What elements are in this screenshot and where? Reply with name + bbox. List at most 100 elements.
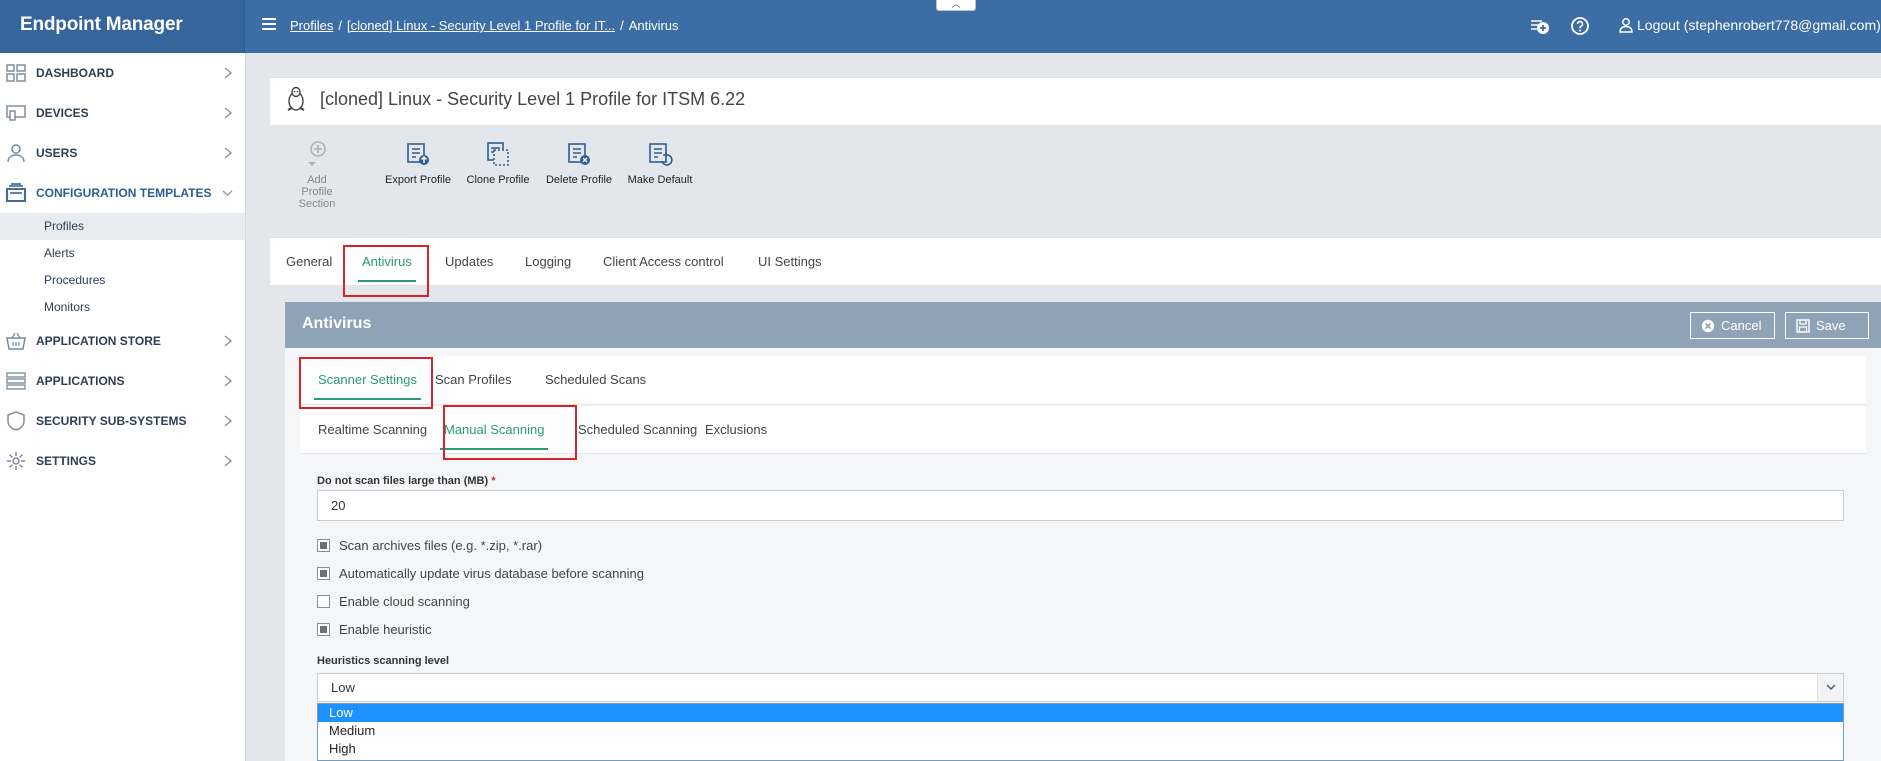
- tab-ui-settings[interactable]: UI Settings: [758, 238, 822, 286]
- tab-manual-scanning[interactable]: Manual Scanning: [439, 406, 549, 454]
- clone-profile-button[interactable]: Clone Profile: [463, 140, 533, 186]
- sidebar-subitem-procedures[interactable]: Procedures: [0, 267, 245, 294]
- delete-profile-label: Delete Profile: [545, 174, 613, 186]
- manual-scanning-form: Do not scan files large than (MB) * Scan…: [300, 455, 1866, 761]
- top-header: Endpoint Manager Profiles / [cloned] Linux…: [0, 0, 1881, 53]
- chevron-right-icon: [224, 335, 233, 347]
- sidebar-item-label: SECURITY SUB-SYSTEMS: [36, 414, 187, 428]
- clone-profile-label: Clone Profile: [466, 174, 530, 186]
- chevron-right-icon: [224, 375, 233, 387]
- checkbox-box[interactable]: [317, 622, 330, 636]
- heuristic-checkbox[interactable]: Enable heuristic: [317, 619, 432, 639]
- antivirus-panel: Antivirus Cancel Save Scanner Settings S…: [285, 302, 1881, 761]
- export-profile-label: Export Profile: [384, 174, 452, 186]
- sidebar-item-label: DEVICES: [36, 106, 89, 120]
- cloud-scanning-checkbox[interactable]: Enable cloud scanning: [317, 591, 470, 611]
- tab-realtime-scanning[interactable]: Realtime Scanning: [318, 406, 427, 454]
- scan-archives-checkbox[interactable]: Scan archives files (e.g. *.zip, *.rar): [317, 535, 542, 555]
- shield-icon: [7, 411, 25, 431]
- heuristics-level-dropdown: Low Medium High: [317, 703, 1844, 761]
- sidebar-subitem-profiles[interactable]: Profiles: [0, 213, 245, 240]
- menu-icon[interactable]: [262, 18, 276, 30]
- sidebar-item-devices[interactable]: DEVICES: [0, 93, 245, 133]
- add-section-icon: [308, 141, 326, 166]
- auto-update-checkbox[interactable]: Automatically update virus database befo…: [317, 563, 644, 583]
- add-profile-section-button[interactable]: Add Profile Section: [292, 140, 342, 210]
- clone-icon: [487, 142, 509, 166]
- breadcrumb-separator: /: [620, 18, 624, 33]
- tab-exclusions[interactable]: Exclusions: [705, 406, 767, 454]
- option-medium[interactable]: Medium: [318, 722, 1843, 740]
- panel-header: Antivirus Cancel Save: [285, 302, 1881, 348]
- heuristics-level-select[interactable]: Low: [317, 673, 1844, 702]
- breadcrumb-profiles[interactable]: Profiles: [290, 18, 333, 33]
- chevron-down-icon: [222, 190, 233, 196]
- sidebar-item-label: DASHBOARD: [36, 66, 114, 80]
- select-caret[interactable]: [1817, 674, 1843, 701]
- tab-scheduled-scanning[interactable]: Scheduled Scanning: [578, 406, 697, 454]
- page-title: [cloned] Linux - Security Level 1 Profil…: [320, 89, 746, 109]
- templates-icon: [6, 183, 26, 202]
- save-button[interactable]: Save: [1785, 312, 1869, 339]
- sidebar-item-label: APPLICATIONS: [36, 374, 125, 388]
- applications-icon: [6, 372, 26, 390]
- dashboard-icon: [6, 64, 26, 82]
- scan-type-tabs: Realtime Scanning Manual Scanning Schedu…: [300, 406, 1866, 454]
- max-size-label: Do not scan files large than (MB) *: [317, 475, 495, 487]
- tab-general[interactable]: General: [286, 238, 332, 286]
- collapse-header-toggle[interactable]: ︿: [936, 0, 976, 11]
- sidebar-subitem-alerts[interactable]: Alerts: [0, 240, 245, 267]
- profile-toolbar: Add Profile Section Export Profile Clone…: [270, 126, 1881, 212]
- user-icon: [1619, 18, 1633, 33]
- help-icon[interactable]: [1569, 15, 1591, 37]
- option-high[interactable]: High: [318, 740, 1843, 758]
- sidebar-item-label: APPLICATION STORE: [36, 334, 161, 348]
- sidebar-item-users[interactable]: USERS: [0, 133, 245, 173]
- sidebar-item-application-store[interactable]: APPLICATION STORE: [0, 321, 245, 361]
- option-low[interactable]: Low: [318, 704, 1843, 722]
- tab-scheduled-scans[interactable]: Scheduled Scans: [545, 356, 646, 404]
- breadcrumb-profile[interactable]: [cloned] Linux - Security Level 1 Profil…: [347, 18, 615, 33]
- sidebar-item-applications[interactable]: APPLICATIONS: [0, 361, 245, 401]
- make-default-button[interactable]: Make Default: [625, 140, 695, 186]
- panel-title: Antivirus: [302, 315, 372, 332]
- sidebar-item-settings[interactable]: SETTINGS: [0, 441, 245, 481]
- checkbox-box[interactable]: [317, 566, 330, 580]
- checkbox-box[interactable]: [317, 594, 330, 608]
- devices-icon: [6, 105, 26, 121]
- sidebar-item-configuration-templates[interactable]: CONFIGURATION TEMPLATES: [0, 173, 245, 213]
- make-default-label: Make Default: [627, 174, 693, 186]
- chevron-right-icon: [224, 107, 233, 119]
- tab-updates[interactable]: Updates: [445, 238, 493, 286]
- tab-logging[interactable]: Logging: [525, 238, 571, 286]
- export-icon: [407, 143, 429, 165]
- add-notification-icon[interactable]: [1528, 15, 1550, 37]
- tab-client-access-control[interactable]: Client Access control: [603, 238, 724, 286]
- add-section-label-line2: Section: [298, 198, 336, 210]
- sidebar-item-dashboard[interactable]: DASHBOARD: [0, 53, 245, 93]
- logout-label: Logout (stephenrobert778@gmail.com): [1637, 17, 1881, 33]
- delete-profile-button[interactable]: Delete Profile: [544, 140, 614, 186]
- profile-tabs: General Antivirus Updates Logging Client…: [270, 238, 1881, 286]
- tab-scan-profiles[interactable]: Scan Profiles: [435, 356, 512, 404]
- cancel-button[interactable]: Cancel: [1690, 312, 1775, 339]
- chevron-down-icon: [1826, 684, 1836, 690]
- sidebar-item-label: CONFIGURATION TEMPLATES: [36, 186, 212, 200]
- tab-scanner-settings[interactable]: Scanner Settings: [313, 356, 422, 404]
- linux-icon: [287, 86, 305, 111]
- required-mark: *: [491, 475, 496, 487]
- checkbox-box[interactable]: [317, 538, 330, 552]
- sidebar-item-label: USERS: [36, 146, 78, 160]
- sidebar-item-security-sub-systems[interactable]: SECURITY SUB-SYSTEMS: [0, 401, 245, 441]
- logout-link[interactable]: Logout (stephenrobert778@gmail.com): [1618, 17, 1881, 33]
- sidebar-subitem-monitors[interactable]: Monitors: [0, 294, 245, 321]
- heuristics-level-label: Heuristics scanning level: [317, 655, 450, 667]
- tab-antivirus[interactable]: Antivirus: [358, 238, 416, 286]
- app-brand[interactable]: Endpoint Manager: [0, 0, 245, 53]
- save-label: Save: [1816, 318, 1846, 333]
- select-value: Low: [331, 680, 355, 695]
- export-profile-button[interactable]: Export Profile: [383, 140, 453, 186]
- breadcrumb-current: Antivirus: [628, 18, 679, 33]
- breadcrumb: Profiles / [cloned] Linux - Security Level…: [290, 18, 679, 33]
- max-size-input[interactable]: [317, 490, 1844, 521]
